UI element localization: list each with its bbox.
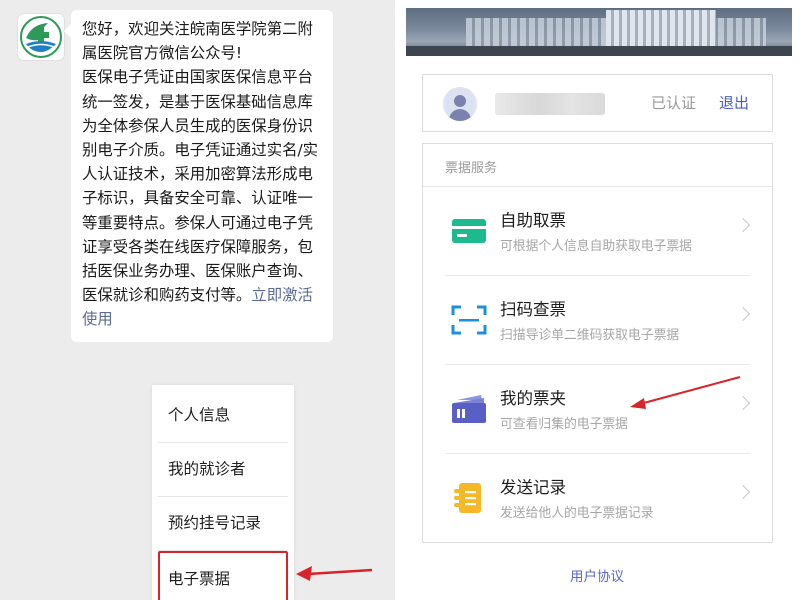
- message-line-last: 医保就诊和购药支付等。立即激活: [82, 283, 323, 307]
- menu-item-e-invoice[interactable]: 电子票据: [158, 551, 288, 600]
- service-desc: 扫描导诊单二维码获取电子票据: [500, 328, 680, 343]
- banner-tower: [606, 10, 716, 50]
- user-card: 已认证 退出: [422, 74, 773, 132]
- service-item-send-records[interactable]: 发送记录 发送给他人的电子票据记录: [423, 454, 772, 541]
- activate-link[interactable]: 立即激活: [251, 286, 313, 304]
- message-line: 统一签发，是基于医保基础信息库: [82, 92, 313, 111]
- menu-item-my-patients[interactable]: 我的就诊者: [158, 443, 288, 495]
- service-name: 发送记录: [500, 478, 566, 497]
- invoice-services-card: 票据服务 自助取票 可根据个人信息自助获取电子票据 扫码查票 扫描导诊单二维码获…: [422, 143, 773, 543]
- message-line: 子标识，具备安全可靠、认证唯一: [82, 189, 313, 208]
- message-line-link: 使用: [82, 307, 323, 331]
- hospital-banner-image: [406, 8, 792, 56]
- service-item-ticket-folder[interactable]: 我的票夹 可查看归集的电子票据: [423, 365, 772, 452]
- service-desc: 可查看归集的电子票据: [500, 417, 628, 432]
- chevron-right-icon: [735, 217, 751, 233]
- scan-frame-icon: [451, 305, 487, 335]
- menu-item-appointment-records[interactable]: 预约挂号记录: [158, 497, 288, 549]
- chat-panel: 您好，欢迎关注皖南医学院第二附 属医院官方微信公众号! 医保电子凭证由国家医保信…: [0, 0, 395, 600]
- hospital-logo-icon: [20, 16, 62, 58]
- service-desc: 发送给他人的电子票据记录: [500, 506, 654, 521]
- service-item-scan[interactable]: 扫码查票 扫描导诊单二维码获取电子票据: [423, 276, 772, 363]
- message-line: 别电子介质。电子凭证通过实名/实: [82, 141, 319, 160]
- menu-item-personal-info[interactable]: 个人信息: [158, 389, 288, 441]
- message-line: 人认证技术，采用加密算法形成电: [82, 165, 313, 184]
- chevron-right-icon: [735, 395, 751, 411]
- message-line: 属医院官方微信公众号!: [82, 44, 243, 63]
- banner-ground: [406, 46, 792, 56]
- welcome-message-bubble: 您好，欢迎关注皖南医学院第二附 属医院官方微信公众号! 医保电子凭证由国家医保信…: [64, 10, 333, 342]
- service-name: 扫码查票: [500, 300, 566, 319]
- hospital-logo-avatar[interactable]: [18, 14, 64, 60]
- message-line: 为全体参保人员生成的医保身份识: [82, 116, 313, 135]
- masked-username: [495, 93, 605, 115]
- send-record-icon: [454, 483, 481, 513]
- service-name: 自助取票: [500, 211, 566, 230]
- ticket-folder-icon: [452, 395, 486, 423]
- chevron-right-icon: [735, 484, 751, 500]
- message-line: 医保电子凭证由国家医保信息平台: [82, 68, 313, 87]
- message-line: 括医保业务办理、医保账户查询、: [82, 262, 313, 281]
- logout-button[interactable]: 退出: [719, 75, 749, 131]
- verified-status: 已认证: [651, 94, 697, 112]
- invoice-panel: 已认证 退出 票据服务 自助取票 可根据个人信息自助获取电子票据 扫码查票 扫描…: [398, 0, 800, 600]
- message-line: 等重要特点。参保人可通过电子凭: [82, 213, 313, 232]
- red-arrow-icon: [296, 566, 373, 581]
- message-line: 您好，欢迎关注皖南医学院第二附: [82, 20, 313, 38]
- section-title: 票据服务: [445, 161, 498, 176]
- activate-link-continued[interactable]: 使用: [82, 310, 113, 328]
- ticket-card-icon: [452, 219, 486, 243]
- message-line: 证享受各类在线医疗保障服务，包: [82, 237, 313, 256]
- service-name: 我的票夹: [500, 389, 566, 408]
- service-item-self-service[interactable]: 自助取票 可根据个人信息自助获取电子票据: [423, 187, 772, 274]
- service-desc: 可根据个人信息自助获取电子票据: [500, 239, 692, 254]
- chevron-right-icon: [735, 306, 751, 322]
- user-agreement-link[interactable]: 用户协议: [570, 565, 624, 585]
- user-avatar-icon: [443, 87, 477, 121]
- message-tail: 医保就诊和购药支付等。: [82, 286, 252, 305]
- popup-menu: 个人信息 我的就诊者 预约挂号记录 电子票据: [152, 385, 294, 600]
